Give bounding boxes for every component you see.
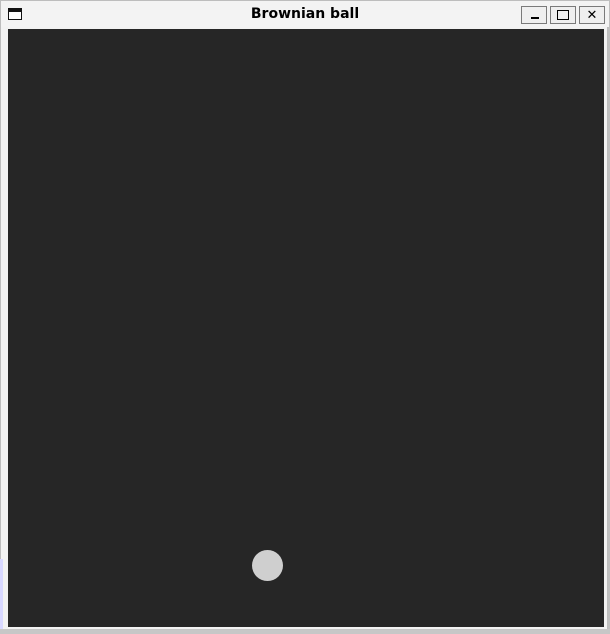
maximize-button[interactable] — [550, 6, 576, 24]
simulation-canvas — [8, 29, 604, 627]
window-title: Brownian ball — [250, 6, 360, 22]
brownian-ball — [252, 550, 283, 581]
close-button[interactable]: ✕ — [579, 6, 605, 24]
minimize-button[interactable] — [521, 6, 547, 24]
window-icon[interactable] — [8, 8, 22, 20]
close-icon: ✕ — [586, 7, 598, 23]
app-window: Brownian ball ✕ — [0, 0, 609, 632]
desktop-background — [0, 629, 610, 634]
title-bar[interactable]: Brownian ball ✕ — [1, 1, 609, 27]
minimize-icon — [531, 17, 539, 19]
maximize-icon — [557, 10, 569, 20]
desktop-edge — [0, 559, 3, 630]
